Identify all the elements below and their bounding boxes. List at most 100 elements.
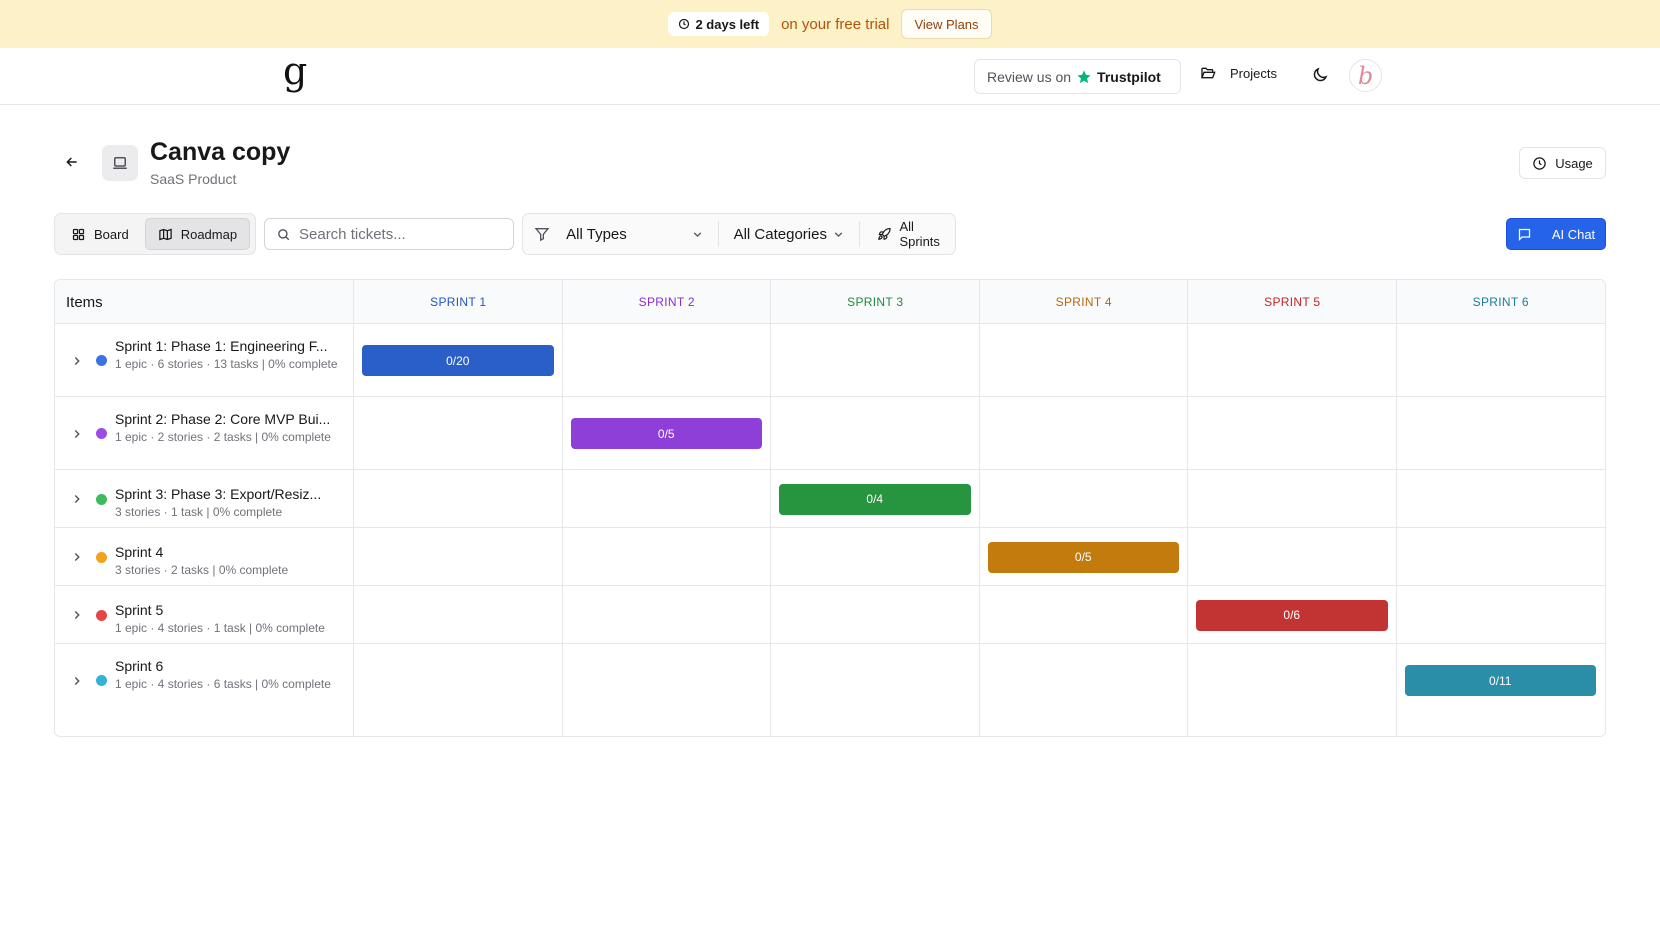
chevron-down-icon (693, 231, 701, 237)
status-dot (96, 551, 107, 563)
trustpilot-label: Trustpilot (1097, 68, 1161, 85)
trustpilot-review-button[interactable]: Review us on Trustpilot (974, 59, 1181, 94)
roadmap-row[interactable]: Sprint 5 1 epic · 4 stories · 1 task | 0%… (55, 586, 1605, 644)
row-title: Sprint 1: Phase 1: Engineering F... (115, 338, 328, 354)
row-title: Sprint 6 (115, 658, 164, 674)
row-meta: 3 stories · 1 task | 0% complete (115, 505, 283, 519)
roadmap-row[interactable]: Sprint 2: Phase 2: Core MVP Bui... 1 epic… (55, 397, 1605, 470)
row-meta: 1 epic · 4 stories · 1 task | 0% complet… (115, 621, 325, 635)
status-dot (96, 493, 107, 505)
sprint-column-header: SPRINT 5 (1264, 295, 1321, 309)
sprint-filter-button[interactable]: All Sprints (860, 219, 955, 249)
sprint-column-header: SPRINT 1 (430, 295, 487, 309)
trial-text: on your free trial (781, 15, 890, 33)
roadmap-table: Items SPRINT 1 SPRINT 2 SPRINT 3 SPRINT 4 SP… (54, 279, 1606, 737)
status-dot (96, 675, 107, 686)
board-label: Board (94, 226, 129, 242)
usage-label: Usage (1555, 155, 1593, 171)
projects-label: Projects (1230, 65, 1277, 81)
row-title: Sprint 2: Phase 2: Core MVP Bui... (115, 411, 331, 427)
avatar[interactable]: b (1349, 59, 1382, 92)
chevron-right-icon[interactable] (70, 492, 84, 506)
roadmap-row[interactable]: Sprint 1: Phase 1: Engineering F... 1 epi… (55, 324, 1605, 397)
sprint-bar[interactable]: 0/6 (1196, 599, 1388, 631)
type-filter-select[interactable]: All Types (561, 221, 719, 247)
sprint-column-header: SPRINT 2 (638, 295, 695, 309)
project-subtitle: SaaS Product (150, 171, 237, 187)
category-filter-select[interactable]: All Categories (719, 221, 861, 247)
sprint-column-header: SPRINT 3 (847, 295, 904, 309)
map-icon (158, 228, 172, 240)
chevron-right-icon[interactable] (70, 354, 84, 368)
search-box (264, 218, 514, 250)
roadmap-row[interactable]: Sprint 4 3 stories · 2 tasks | 0% complet… (55, 528, 1605, 586)
category-filter-value: All Categories (733, 225, 827, 243)
review-prefix: Review us on (987, 68, 1072, 85)
status-dot (96, 609, 107, 621)
column-divider (1187, 280, 1188, 736)
moon-icon[interactable] (1311, 66, 1329, 84)
star-icon (1077, 69, 1091, 83)
chevron-right-icon[interactable] (70, 674, 84, 688)
sprint-filter-label: All Sprints (899, 219, 940, 249)
status-dot (96, 355, 107, 366)
board-view-button[interactable]: Board (59, 218, 141, 250)
clock-icon (1533, 156, 1546, 170)
ai-chat-button[interactable]: AI Chat (1506, 218, 1606, 250)
sprint-bar[interactable]: 0/11 (1404, 665, 1596, 696)
sprint-bar[interactable]: 0/20 (362, 345, 554, 376)
folder-open-icon (1201, 67, 1216, 79)
sprint-column-header: SPRINT 4 (1055, 295, 1112, 309)
trial-days-label: 2 days left (695, 16, 760, 32)
grid-icon (72, 228, 85, 240)
trial-banner: 2 days left on your free trial View Plan… (0, 0, 1660, 48)
rocket-icon (878, 227, 891, 240)
filter-icon (534, 228, 550, 242)
type-filter-value: All Types (566, 225, 627, 243)
sprint-bar[interactable]: 0/4 (779, 483, 971, 515)
sprint-bar[interactable]: 0/5 (570, 418, 762, 449)
sprint-bar[interactable]: 0/5 (987, 541, 1179, 573)
chevron-down-icon (835, 231, 843, 237)
clock-icon (679, 18, 690, 30)
items-column-header: Items (66, 294, 103, 311)
projects-link[interactable]: Projects (1200, 65, 1277, 81)
row-meta: 3 stories · 2 tasks | 0% complete (115, 563, 289, 577)
filter-bar: All Types All Categories All Sprints (522, 213, 956, 255)
column-divider (561, 280, 563, 736)
row-meta: 1 epic · 6 stories · 13 tasks | 0% compl… (115, 357, 338, 371)
arrow-left-icon[interactable] (64, 154, 80, 170)
chevron-right-icon[interactable] (70, 550, 84, 564)
filter-icon-wrap (523, 226, 561, 242)
project-icon (102, 145, 138, 181)
column-divider (1395, 280, 1397, 736)
usage-button[interactable]: Usage (1519, 147, 1606, 179)
search-icon (278, 228, 290, 240)
search-input[interactable] (299, 225, 499, 243)
roadmap-row[interactable]: Sprint 6 1 epic · 4 stories · 6 tasks | 0… (55, 644, 1605, 717)
chevron-right-icon[interactable] (70, 427, 84, 441)
roadmap-view-button[interactable]: Roadmap (144, 218, 251, 250)
page-title: Canva copy (150, 138, 291, 166)
ai-chat-label: AI Chat (1551, 226, 1596, 242)
chevron-right-icon[interactable] (70, 608, 84, 622)
row-title: Sprint 4 (115, 544, 164, 560)
chat-icon (1518, 228, 1530, 241)
top-header: g Review us on Trustpilot Projects b (0, 48, 1660, 105)
row-meta: 1 epic · 4 stories · 6 tasks | 0% comple… (115, 677, 331, 691)
app-logo[interactable]: g (283, 52, 307, 90)
column-divider (978, 280, 980, 736)
column-divider (770, 280, 771, 736)
laptop-icon (113, 157, 127, 169)
trial-days-badge: 2 days left (668, 12, 770, 36)
row-title: Sprint 5 (115, 602, 164, 618)
row-meta: 1 epic · 2 stories · 2 tasks | 0% comple… (115, 430, 331, 444)
sprint-column-header: SPRINT 6 (1472, 295, 1529, 309)
view-toggle: Board Roadmap (54, 213, 256, 255)
view-plans-button[interactable]: View Plans (901, 9, 992, 39)
roadmap-row[interactable]: Sprint 3: Phase 3: Export/Resiz... 3 stor… (55, 470, 1605, 528)
roadmap-label: Roadmap (180, 226, 238, 242)
roadmap-header: Items SPRINT 1 SPRINT 2 SPRINT 3 SPRINT 4 SP… (55, 280, 1605, 324)
column-divider (353, 280, 354, 736)
row-title: Sprint 3: Phase 3: Export/Resiz... (115, 486, 322, 502)
